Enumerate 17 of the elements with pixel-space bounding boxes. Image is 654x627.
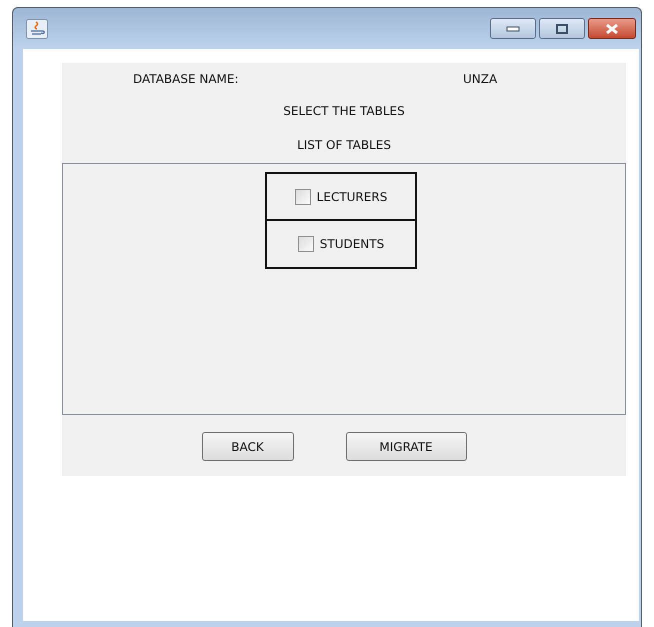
close-icon xyxy=(605,22,619,34)
java-cup-icon xyxy=(26,18,48,38)
checkbox[interactable] xyxy=(294,188,311,204)
action-button[interactable]: BACK xyxy=(202,432,294,461)
table-checkbox-item[interactable]: LECTURERS xyxy=(265,172,417,221)
table-checkbox-item[interactable]: STUDENTS xyxy=(265,221,417,269)
checkbox[interactable] xyxy=(298,236,314,252)
database-name-value: UNZA xyxy=(463,72,498,88)
list-title: LIST OF TABLES xyxy=(296,138,392,154)
heading-label: SELECT THE TABLES xyxy=(282,104,406,120)
action-button[interactable]: MIGRATE xyxy=(346,432,466,461)
minimize-icon xyxy=(506,26,520,32)
close-button[interactable] xyxy=(588,18,636,39)
maximize-button[interactable] xyxy=(539,18,585,39)
database-name-label: DATABASE NAME: xyxy=(133,72,240,88)
minimize-button[interactable] xyxy=(490,18,536,39)
maximize-icon xyxy=(556,24,568,34)
